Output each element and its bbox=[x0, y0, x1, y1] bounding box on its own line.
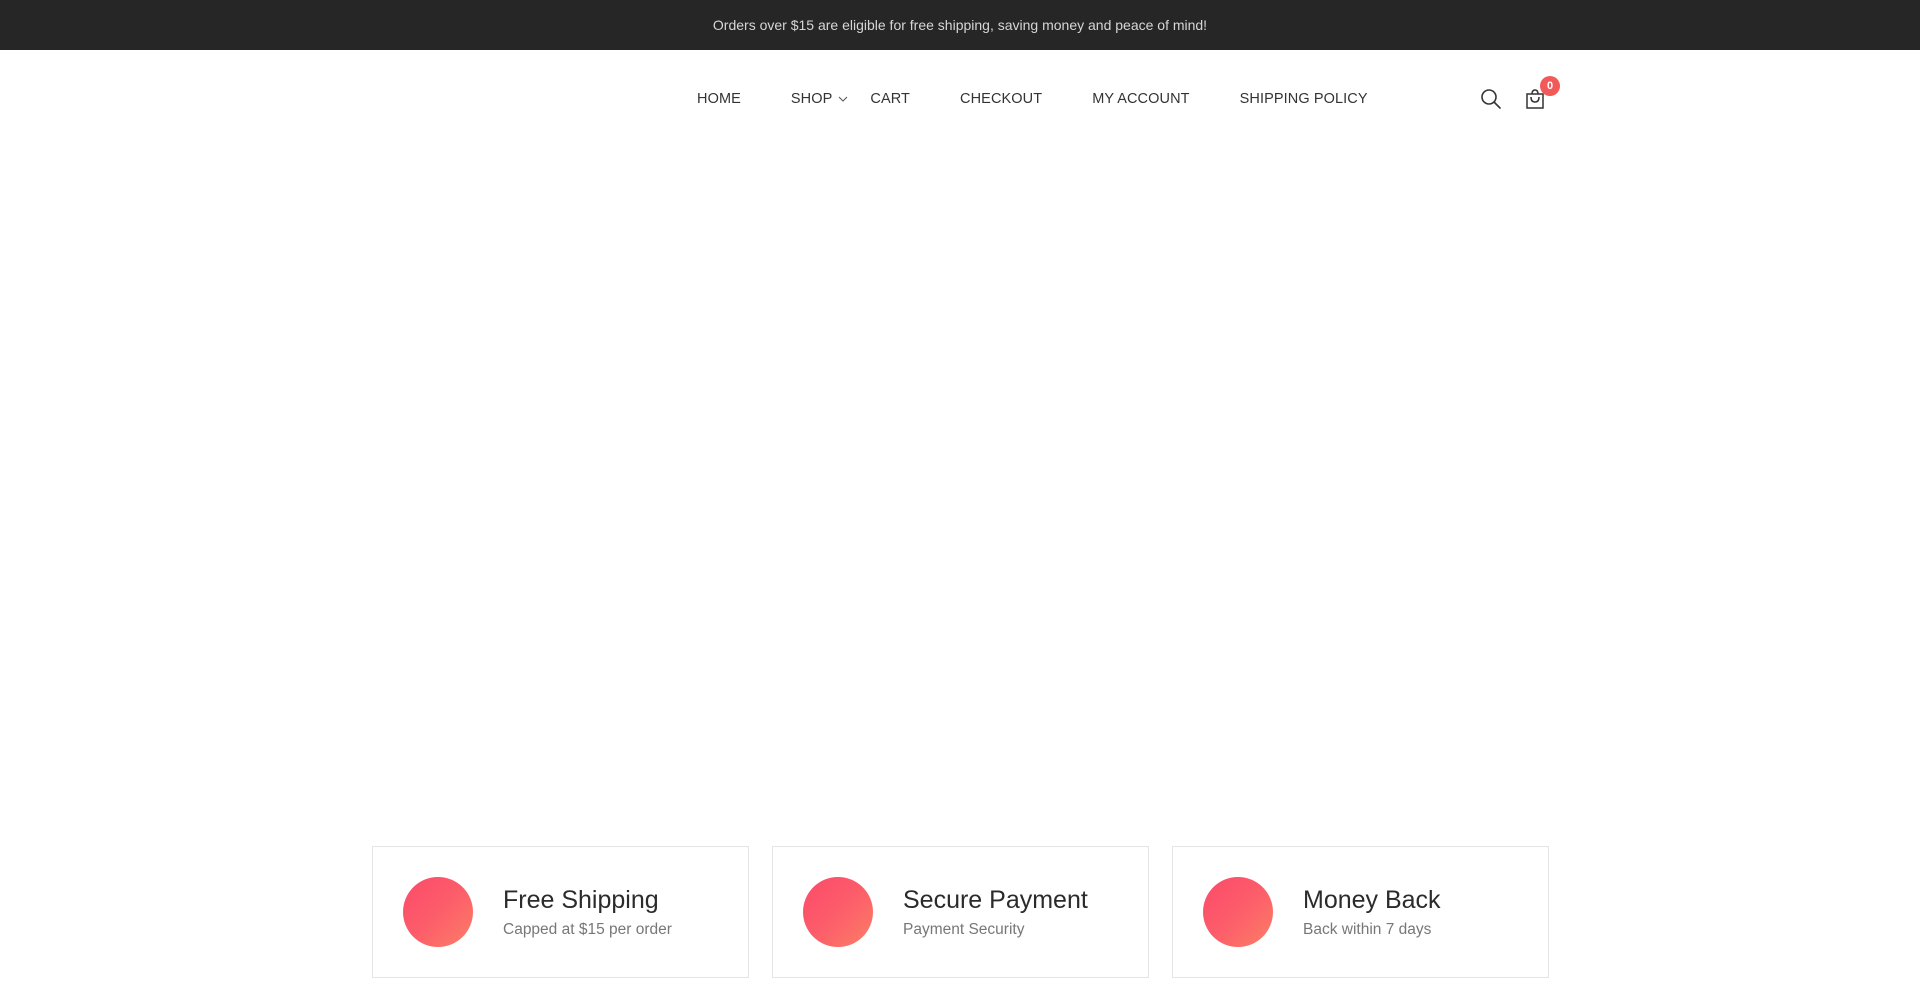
nav-shop[interactable]: SHOP bbox=[791, 91, 849, 107]
announcement-text: Orders over $15 are eligible for free sh… bbox=[712, 17, 1208, 33]
feature-icon-circle bbox=[803, 877, 873, 947]
feature-icon-circle bbox=[1203, 877, 1273, 947]
search-icon bbox=[1481, 89, 1501, 109]
feature-subtitle: Payment Security bbox=[903, 921, 1025, 938]
nav-home[interactable]: HOME bbox=[697, 91, 741, 107]
feature-title: Free Shipping bbox=[503, 886, 659, 914]
cart-button[interactable]: 0 bbox=[1522, 76, 1560, 112]
site-header: HOME SHOP CART CHECKOUT MY ACCOUNT SHIPP… bbox=[0, 50, 1920, 148]
feature-card-money-back: Money Back Back within 7 days bbox=[1172, 846, 1549, 978]
nav-cart[interactable]: CART bbox=[870, 91, 910, 107]
nav-shop-label: SHOP bbox=[790, 91, 833, 107]
feature-card-free-shipping: Free Shipping Capped at $15 per order bbox=[372, 846, 749, 978]
nav-shipping-policy[interactable]: SHIPPING POLICY bbox=[1240, 91, 1368, 107]
nav-my-account[interactable]: MY ACCOUNT bbox=[1092, 91, 1189, 107]
features-row: Free Shipping Capped at $15 per order Se… bbox=[372, 846, 1549, 978]
feature-text: Secure Payment Payment Security bbox=[903, 885, 1088, 939]
feature-icon-circle bbox=[403, 877, 473, 947]
chevron-down-icon bbox=[839, 96, 848, 102]
header-actions: 0 bbox=[1478, 76, 1560, 112]
feature-card-secure-payment: Secure Payment Payment Security bbox=[772, 846, 1149, 978]
feature-subtitle: Capped at $15 per order bbox=[503, 921, 672, 938]
feature-text: Free Shipping Capped at $15 per order bbox=[503, 885, 672, 939]
feature-title: Secure Payment bbox=[903, 886, 1088, 914]
nav-checkout[interactable]: CHECKOUT bbox=[960, 91, 1042, 107]
cart-count-badge: 0 bbox=[1540, 76, 1560, 96]
hero-banner bbox=[0, 148, 1920, 838]
announcement-bar: Orders over $15 are eligible for free sh… bbox=[0, 0, 1920, 50]
main-nav: HOME SHOP CART CHECKOUT MY ACCOUNT SHIPP… bbox=[697, 50, 1368, 148]
feature-title: Money Back bbox=[1303, 886, 1441, 914]
feature-subtitle: Back within 7 days bbox=[1303, 921, 1432, 938]
feature-text: Money Back Back within 7 days bbox=[1303, 885, 1441, 939]
search-button[interactable] bbox=[1478, 86, 1504, 112]
